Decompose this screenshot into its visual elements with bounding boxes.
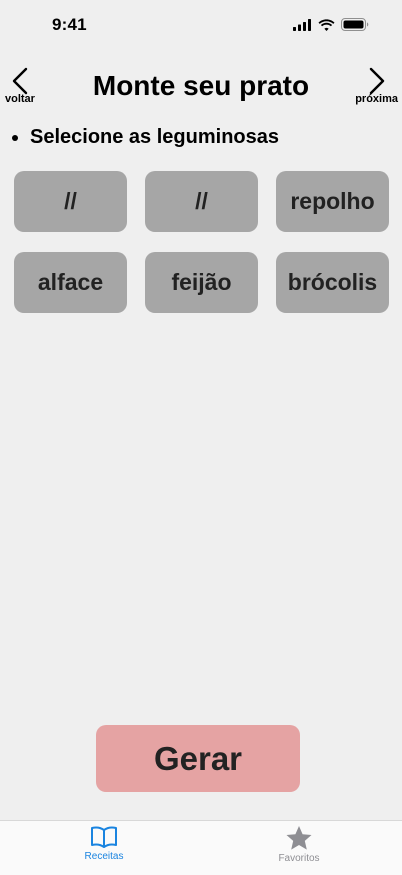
instruction: Selecione as leguminosas <box>10 126 279 149</box>
cellular-signal-icon <box>293 18 311 31</box>
status-bar: 9:41 <box>0 0 402 50</box>
option-button[interactable]: // <box>14 171 127 232</box>
bullet-icon <box>12 134 18 141</box>
option-button[interactable]: feijão <box>145 252 258 313</box>
wifi-icon <box>318 18 335 31</box>
next-label: próxima <box>355 93 398 105</box>
option-button[interactable]: brócolis <box>276 252 389 313</box>
star-icon <box>286 826 312 850</box>
book-icon <box>91 826 117 848</box>
option-button[interactable]: alface <box>14 252 127 313</box>
tab-favorites-label: Favoritos <box>278 853 320 864</box>
option-button[interactable]: // <box>145 171 258 232</box>
tab-recipes-label: Receitas <box>84 851 124 862</box>
instruction-text: Selecione as leguminosas <box>30 126 279 148</box>
next-button[interactable]: próxima <box>355 66 398 105</box>
chevron-right-icon <box>369 67 384 95</box>
tab-bar: Receitas Favoritos <box>0 820 402 875</box>
tab-favorites[interactable]: Favoritos <box>239 825 359 864</box>
generate-button[interactable]: Gerar <box>96 725 300 792</box>
status-time: 9:41 <box>52 15 87 34</box>
option-button[interactable]: repolho <box>276 171 389 232</box>
option-grid: // // repolho alface feijão brócolis <box>14 171 389 313</box>
page-title: Monte seu prato <box>92 70 310 101</box>
status-icons <box>293 18 369 31</box>
battery-icon <box>341 18 369 31</box>
tab-recipes[interactable]: Receitas <box>44 825 164 862</box>
